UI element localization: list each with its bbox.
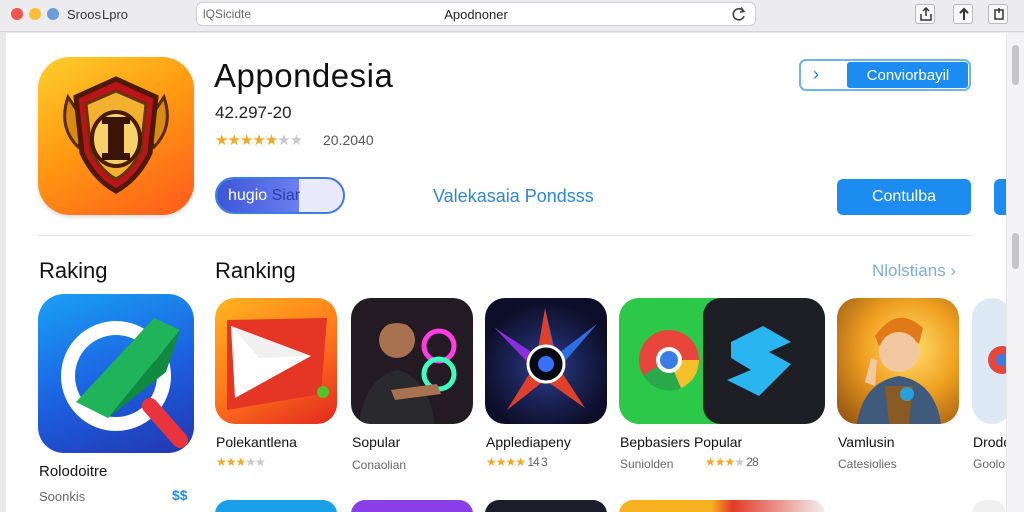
app-icon: [351, 298, 473, 424]
hero-app-icon[interactable]: [38, 57, 194, 215]
section-title: Ranking: [215, 258, 296, 283]
app-stars: ★★★★ 14 3: [486, 455, 548, 469]
app-subtitle: Conaolian: [352, 458, 407, 472]
star-rating: ★★★★★★★: [215, 131, 303, 149]
arrow-up-icon: [959, 7, 969, 20]
app-icon: [619, 298, 825, 424]
app-icon: [837, 298, 959, 424]
app-name: Vamlusin: [838, 434, 895, 450]
address-text: Apodnoner: [444, 7, 508, 22]
app-icon-next-row[interactable]: [972, 500, 1006, 512]
hero-character-icon: [857, 317, 941, 424]
stars-empty: ★: [734, 455, 745, 469]
zoom-window-button[interactable]: [47, 8, 59, 20]
vertical-scrollbar[interactable]: [1007, 33, 1024, 512]
browser-icon: [988, 346, 1006, 374]
app-icon-next-row[interactable]: [485, 500, 607, 512]
section-title-left: Raking: [39, 258, 108, 283]
get-button[interactable]: › Conviorbayil: [799, 59, 971, 91]
featured-app-icon[interactable]: [38, 294, 194, 453]
rating-count: 20.2040: [323, 132, 374, 148]
tabs-button[interactable]: [988, 4, 1008, 24]
close-window-button[interactable]: [11, 8, 23, 20]
app-meta: 42.297-20: [215, 103, 292, 122]
pill-label-part-b: Siar: [271, 187, 301, 204]
scroll-thumb[interactable]: [1012, 45, 1019, 85]
minimize-window-button[interactable]: [29, 8, 41, 20]
featured-app-subtitle: Soonkis: [39, 489, 86, 504]
magnifier-icon: [61, 318, 188, 448]
browser-and-s-icon: [639, 298, 825, 424]
app-rating-text: 28: [746, 455, 758, 469]
app-name[interactable]: Sroos: [67, 7, 101, 22]
share-icon: [920, 7, 932, 21]
stars-empty: ★★: [277, 132, 303, 149]
app-name: Polekantlena: [216, 434, 297, 450]
pill-button[interactable]: hugio Siar: [215, 177, 345, 214]
app-icon: [972, 298, 1006, 424]
app-icon: [215, 298, 337, 424]
stars-filled: ★★★: [705, 455, 735, 469]
scroll-thumb-secondary[interactable]: [1012, 233, 1019, 269]
person-neon-icon: [359, 322, 457, 424]
chevron-right-icon: ›: [813, 64, 819, 84]
reload-icon[interactable]: [731, 5, 747, 23]
pill-label-part-a: hugio: [228, 187, 268, 204]
see-all-link[interactable]: Nlolstians ›: [872, 261, 956, 281]
star-burst-icon: [495, 308, 597, 410]
app-stars: ★★★★ 28: [705, 455, 759, 469]
menu-item[interactable]: Lpro: [102, 7, 128, 22]
app-icon: [485, 298, 607, 424]
section-divider: [38, 235, 972, 236]
app-title: Appondesia: [214, 57, 394, 94]
stars-filled: ★★★: [216, 455, 246, 469]
stars-filled: ★★★★★: [215, 132, 278, 149]
app-name: Drodo: [973, 434, 1006, 450]
developer-link[interactable]: Valekasaia Pondsss: [433, 186, 594, 207]
app-subtitle: Suniolden: [620, 457, 674, 471]
app-rating-text: 14 3: [527, 455, 547, 469]
app-store-page: Appondesia 42.297-20 ★★★★★★★ 20.2040 hug…: [6, 33, 1006, 512]
featured-app-title: Rolodoitre: [39, 463, 108, 480]
app-name: Applediapeny: [486, 434, 571, 450]
app-name: Sopular: [352, 434, 401, 450]
app-subtitle: Catesiolies: [838, 457, 897, 471]
pill-label: hugio Siar: [228, 187, 300, 205]
primary-button[interactable]: Contulba: [837, 179, 971, 215]
get-button-label: Conviorbayil: [866, 67, 950, 84]
tabs-icon: [994, 8, 1004, 20]
app-subtitle: Goolo: [973, 457, 1006, 471]
share-button[interactable]: [915, 4, 935, 24]
upload-button[interactable]: [953, 4, 973, 24]
app-name-b: Popular: [693, 434, 743, 450]
stars-empty: ★★: [245, 455, 265, 469]
app-icon-next-row[interactable]: [215, 500, 337, 512]
app-name-a: Bepbasiers: [620, 434, 691, 450]
app-icon-next-row[interactable]: [351, 500, 473, 512]
window-titlebar: Sroos Lpro lQSicidte Apodnoner: [0, 0, 1024, 32]
address-bar[interactable]: lQSicidte Apodnoner: [196, 2, 756, 26]
app-stars: ★★★★★: [216, 455, 266, 469]
play-arrow-icon: [227, 318, 329, 410]
partial-button[interactable]: [994, 179, 1006, 215]
app-icon-next-row[interactable]: [619, 500, 825, 512]
stars-filled: ★★★★: [486, 455, 526, 469]
featured-app-price: $$: [172, 487, 188, 503]
app-name: Bepbasiers Popular: [620, 434, 742, 450]
shield-emblem-icon: [63, 76, 169, 194]
